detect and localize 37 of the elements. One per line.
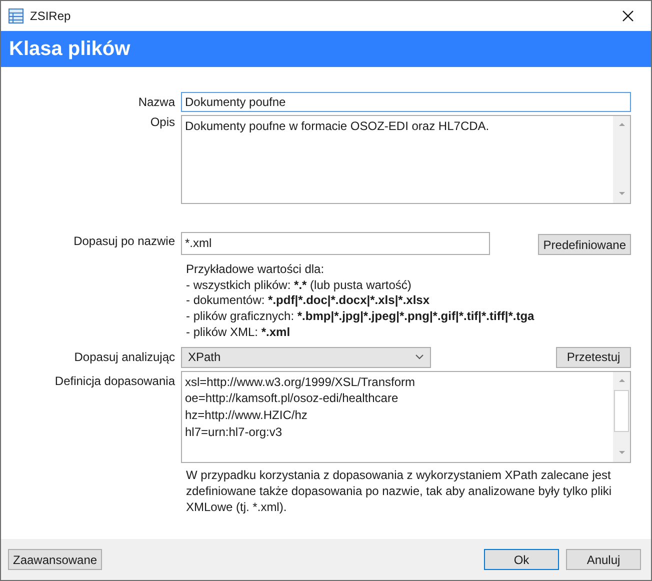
- hint-text: - plików XML: *.xml: [186, 324, 292, 341]
- chevron-down-icon: [415, 354, 424, 360]
- advanced-button[interactable]: Zaawansowane: [8, 549, 102, 570]
- dialog-button[interactable]: Anuluj: [566, 549, 641, 570]
- analyzer-dropdown[interactable]: XPath: [181, 346, 431, 368]
- hint-text: - plików graficznych: *.bmp|*.jpg|*.jpeg|*.png|*.gif|*.tif|*.tiff|*.tga: [186, 309, 536, 325]
- code-line: hl7=urn:hl7-org:v3: [185, 424, 284, 441]
- field-label: Opis: [149, 114, 175, 131]
- code-line: oe=http://kamsoft.pl/osoz-edi/healthcare: [185, 390, 400, 408]
- pattern-field[interactable]: *.xml: [181, 232, 490, 254]
- hint-text: - dokumentów: *.pdf|*.doc|*.docx|*.xls|*.xlsx: [186, 293, 431, 310]
- window-title: ZSIRep: [30, 9, 72, 23]
- note-text: W przypadku korzystania z dopasowania z wykorzystaniem XPath zalecane jest zdefiniowane także dopasowania po nazwie, tak aby analizowane były tylko pliki XMLowe (tj. *.xml).: [185, 466, 613, 515]
- hint-text: Przykładowe wartości dla:: [186, 262, 326, 278]
- app-icon: [8, 8, 24, 24]
- code-line: xsl=http://www.w3.org/1999/XSL/Transform: [185, 374, 416, 390]
- dialog-button[interactable]: Ok: [484, 549, 559, 570]
- scroll-up-icon[interactable]: [618, 123, 624, 126]
- code-line: hz=http://www.HZIC/hz: [185, 407, 308, 424]
- field-label: Nazwa: [137, 94, 175, 111]
- description-text: Dokumenty poufne w formacie OSOZ-EDI oraz HL7CDA.: [184, 118, 490, 135]
- name-field[interactable]: Dokumenty poufne: [181, 92, 631, 112]
- definition-field[interactable]: xsl=http://www.w3.org/1999/XSL/Transform oe=http://kamsoft.pl/osoz-edi/healthcare hz=http://www.HZIC/hz hl7=urn:hl7-org:v3: [181, 370, 631, 463]
- field-label: Dopasuj po nazwie: [72, 233, 175, 250]
- description-field[interactable]: Dokumenty poufne w formacie OSOZ-EDI oraz HL7CDA.: [181, 115, 631, 204]
- scrollbar[interactable]: [613, 116, 630, 203]
- dialog-heading: Klasa plików: [9, 38, 130, 60]
- close-icon: [622, 10, 634, 22]
- scroll-down-icon[interactable]: [618, 450, 624, 454]
- scrollbar[interactable]: [613, 372, 630, 462]
- field-label: Dopasuj analizując: [73, 348, 175, 366]
- predefined-button[interactable]: Predefiniowane: [538, 234, 631, 255]
- test-button[interactable]: Przetestuj: [556, 346, 631, 368]
- scroll-up-icon[interactable]: [618, 378, 624, 382]
- scroll-down-icon[interactable]: [618, 192, 624, 195]
- hint-text: - wszystkich plików: *.* (lub pusta wartość): [186, 278, 412, 294]
- field-label: Definicja dopasowania: [54, 372, 175, 390]
